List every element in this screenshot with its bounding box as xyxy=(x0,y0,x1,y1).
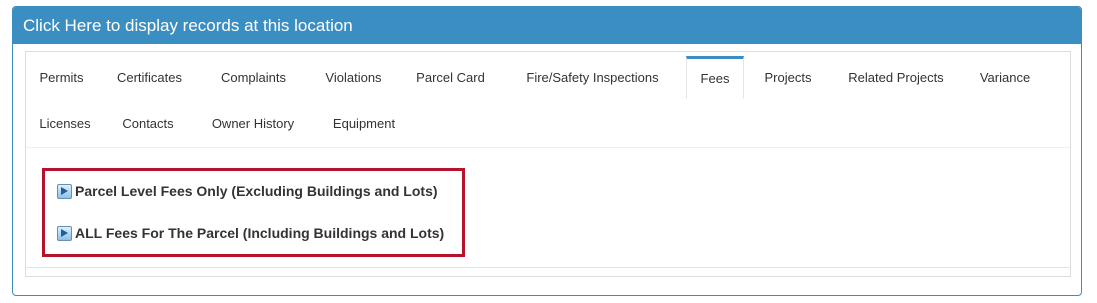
parcel-level-fees-label: Parcel Level Fees Only (Excluding Buildi… xyxy=(75,183,438,199)
all-fees-link[interactable]: ALL Fees For The Parcel (Including Build… xyxy=(57,225,444,241)
tab-certificates[interactable]: Certificates xyxy=(97,56,202,99)
tab-related-projects[interactable]: Related Projects xyxy=(832,56,960,99)
tab-contacts[interactable]: Contacts xyxy=(104,102,192,145)
tab-fees[interactable]: Fees xyxy=(686,56,744,99)
bottom-divider xyxy=(25,267,1071,268)
tab-licenses[interactable]: Licenses xyxy=(26,102,104,145)
tab-projects[interactable]: Projects xyxy=(744,56,832,99)
tab-container: Permits Certificates Complaints Violatio… xyxy=(25,51,1071,277)
panel-header[interactable]: Click Here to display records at this lo… xyxy=(13,7,1081,44)
fee-links-highlight: Parcel Level Fees Only (Excluding Buildi… xyxy=(42,168,465,257)
play-icon xyxy=(57,225,72,241)
tab-fire-safety-inspections[interactable]: Fire/Safety Inspections xyxy=(499,56,686,99)
tab-row-1: Permits Certificates Complaints Violatio… xyxy=(26,56,1050,99)
tab-equipment[interactable]: Equipment xyxy=(314,102,414,145)
all-fees-label: ALL Fees For The Parcel (Including Build… xyxy=(75,225,445,241)
tab-violations[interactable]: Violations xyxy=(305,56,402,99)
tab-complaints[interactable]: Complaints xyxy=(202,56,305,99)
tab-row-2: Licenses Contacts Owner History Equipmen… xyxy=(26,102,414,145)
tab-parcel-card[interactable]: Parcel Card xyxy=(402,56,499,99)
tab-divider xyxy=(26,147,1070,148)
tab-permits[interactable]: Permits xyxy=(26,56,97,99)
records-panel: Click Here to display records at this lo… xyxy=(12,6,1082,296)
tab-owner-history[interactable]: Owner History xyxy=(192,102,314,145)
play-icon xyxy=(57,183,72,199)
tab-variance[interactable]: Variance xyxy=(960,56,1050,99)
parcel-level-fees-link[interactable]: Parcel Level Fees Only (Excluding Buildi… xyxy=(57,183,438,199)
